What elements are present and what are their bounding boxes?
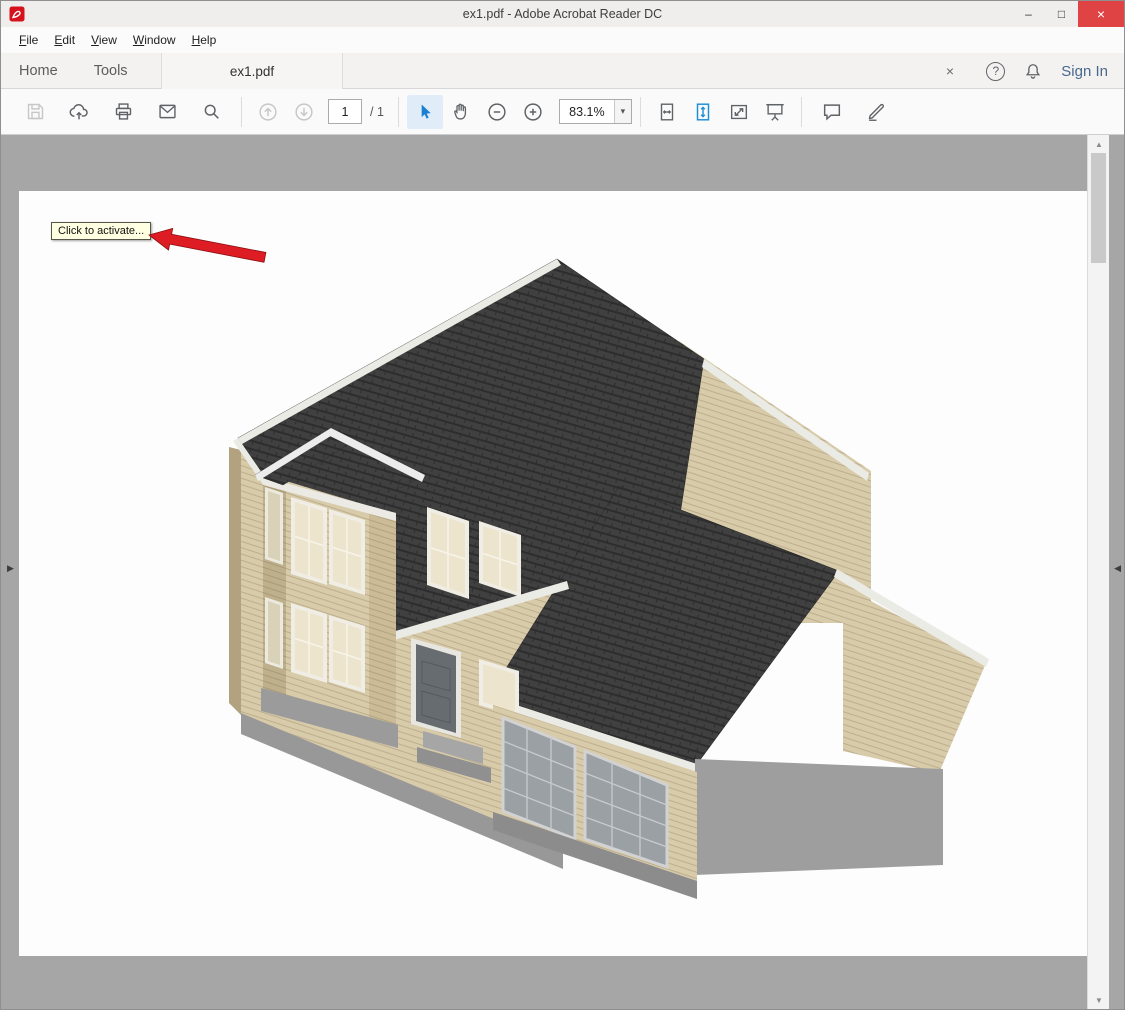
right-pane-toggle-icon[interactable]: ◀ [1114, 563, 1121, 574]
menu-help[interactable]: Help [184, 29, 225, 51]
tabbar-right-cluster: ? Sign In [986, 53, 1108, 89]
toolbar-separator [241, 97, 242, 127]
main-toolbar: / 1 83.1% ▾ [1, 89, 1124, 135]
email-icon[interactable] [145, 95, 189, 129]
acrobat-reader-window: ex1.pdf - Adobe Acrobat Reader DC – □ × … [0, 0, 1125, 1010]
maximize-button[interactable]: □ [1045, 1, 1078, 27]
menu-file[interactable]: File [11, 29, 46, 51]
help-icon[interactable]: ? [986, 62, 1005, 81]
menu-edit[interactable]: Edit [46, 29, 83, 51]
wing-base [695, 759, 943, 875]
next-page-icon[interactable] [286, 95, 322, 129]
house-west-edge [229, 447, 241, 715]
toolbar-separator [398, 97, 399, 127]
comment-bubble-icon[interactable] [810, 95, 854, 129]
document-viewport: Click to activate... ▶ ▲ ▼ ◀ [1, 135, 1124, 1009]
close-button[interactable]: × [1078, 1, 1124, 27]
hand-tool-icon[interactable] [443, 95, 479, 129]
search-icon[interactable] [189, 95, 233, 129]
document-tab-label: ex1.pdf [230, 64, 274, 79]
window-controls: – □ × [1012, 1, 1124, 27]
fit-width-icon[interactable] [685, 95, 721, 129]
click-to-activate-tooltip: Click to activate... [51, 222, 151, 240]
titlebar[interactable]: ex1.pdf - Adobe Acrobat Reader DC – □ × [1, 1, 1124, 27]
select-tool-icon[interactable] [407, 95, 443, 129]
page-number-input[interactable] [328, 99, 362, 124]
sign-in-button[interactable]: Sign In [1061, 63, 1108, 80]
acrobat-app-icon [9, 6, 25, 22]
toolbar-separator [640, 97, 641, 127]
document-tab[interactable]: ex1.pdf [161, 53, 343, 89]
zoom-level-select[interactable]: 83.1% ▾ [559, 99, 632, 124]
scroll-down-icon[interactable]: ▼ [1088, 992, 1110, 1008]
highlighter-pen-icon[interactable] [854, 95, 898, 129]
scroll-up-icon[interactable]: ▲ [1088, 136, 1110, 152]
wing-gable-wall [843, 586, 986, 773]
previous-page-icon[interactable] [250, 95, 286, 129]
save-icon[interactable] [13, 95, 57, 129]
tab-tools[interactable]: Tools [76, 53, 146, 89]
save-to-cloud-icon[interactable] [57, 95, 101, 129]
scrollbar-thumb[interactable] [1091, 153, 1106, 263]
toolbar-separator [801, 97, 802, 127]
notifications-bell-icon[interactable] [1023, 61, 1043, 81]
minimize-button[interactable]: – [1012, 1, 1045, 27]
embedded-3d-annotation[interactable] [19, 191, 1087, 956]
zoom-in-icon[interactable] [515, 95, 551, 129]
menu-window[interactable]: Window [125, 29, 184, 51]
presentation-mode-icon[interactable] [757, 95, 793, 129]
zoom-level-value: 83.1% [560, 100, 614, 123]
print-icon[interactable] [101, 95, 145, 129]
window-title: ex1.pdf - Adobe Acrobat Reader DC [1, 1, 1124, 27]
vertical-scrollbar[interactable]: ▲ ▼ [1087, 135, 1109, 1009]
document-tab-close-icon[interactable]: × [938, 53, 962, 89]
tab-home[interactable]: Home [1, 53, 76, 89]
menu-view[interactable]: View [83, 29, 125, 51]
menu-bar: File Edit View Window Help [1, 27, 1124, 53]
zoom-out-icon[interactable] [479, 95, 515, 129]
red-callout-arrow [143, 221, 275, 271]
left-pane-toggle-icon[interactable]: ▶ [7, 563, 14, 574]
pdf-page: Click to activate... [19, 191, 1087, 956]
zoom-caret-icon[interactable]: ▾ [614, 100, 631, 123]
page-count-label: / 1 [370, 105, 384, 119]
tab-bar: Home Tools ex1.pdf × ? Sign In [1, 53, 1124, 89]
fit-page-icon[interactable] [649, 95, 685, 129]
full-screen-icon[interactable] [721, 95, 757, 129]
